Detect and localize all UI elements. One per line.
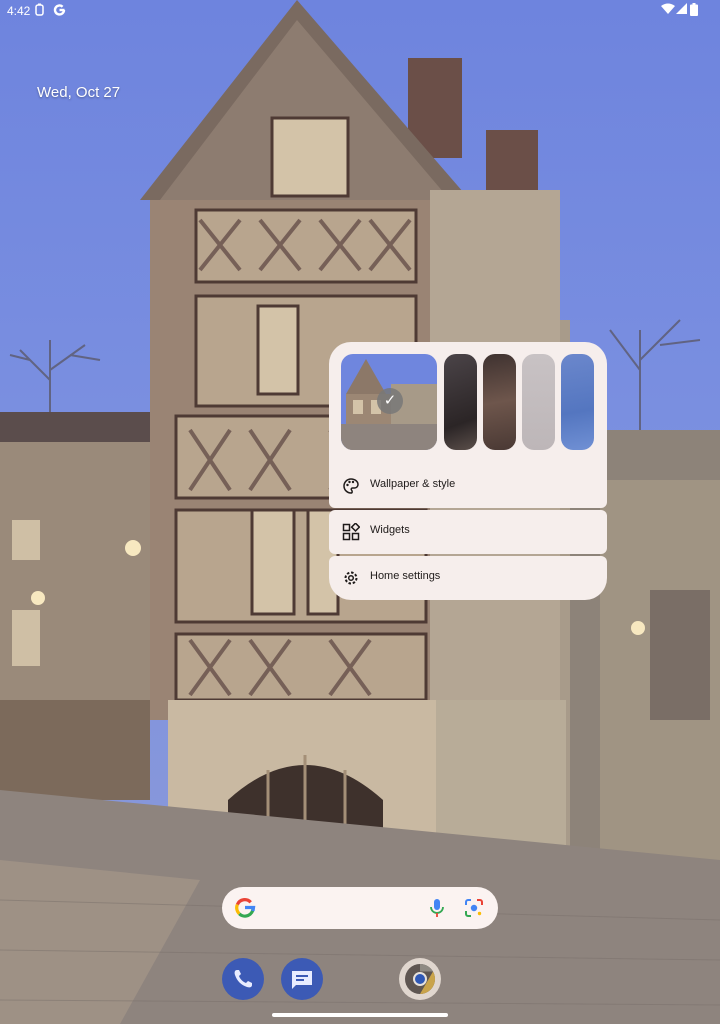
wallpaper-thumb-current[interactable]: ✓ — [341, 354, 437, 450]
google-icon — [53, 4, 66, 16]
wallpaper-thumb-blue[interactable] — [561, 354, 594, 450]
google-g-icon — [235, 898, 256, 918]
home-long-press-menu: ✓ Wallpaper & style Widgets Home setting… — [329, 342, 607, 600]
wallpaper-thumb-grey[interactable] — [522, 354, 555, 450]
palette-icon — [343, 478, 359, 494]
menu-item-wallpaper-style[interactable]: Wallpaper & style — [329, 464, 607, 508]
menu-item-label: Home settings — [370, 570, 441, 582]
dock-phone-app[interactable] — [222, 958, 264, 1000]
widgets-icon — [342, 523, 360, 541]
mic-icon[interactable] — [427, 897, 447, 919]
gear-icon — [344, 571, 358, 585]
dock-messages-app[interactable] — [281, 958, 323, 1000]
wallpaper-picker-panel: ✓ Wallpaper & style — [329, 342, 607, 508]
status-time: 4:42 — [7, 4, 31, 18]
google-search-bar[interactable] — [222, 887, 498, 929]
messages-icon — [292, 971, 312, 989]
wallpaper-thumb-brown[interactable] — [483, 354, 516, 450]
phone-icon — [234, 970, 252, 988]
menu-item-home-settings[interactable]: Home settings — [329, 556, 607, 600]
wifi-icon — [661, 3, 675, 14]
status-bar: 4:42 — [0, 0, 720, 22]
dock-chrome-app[interactable] — [399, 958, 441, 1000]
date-widget[interactable]: Wed, Oct 27 — [37, 84, 120, 101]
battery-icon — [690, 3, 698, 16]
gesture-navigation-bar[interactable] — [272, 1013, 448, 1017]
selected-check-icon: ✓ — [377, 388, 403, 414]
menu-item-label: Widgets — [370, 524, 410, 536]
chrome-icon — [405, 964, 436, 994]
menu-item-label: Wallpaper & style — [370, 478, 456, 490]
menu-item-widgets[interactable]: Widgets — [329, 510, 607, 554]
notification-icon — [35, 3, 44, 16]
wallpaper-thumb-dark[interactable] — [444, 354, 477, 450]
signal-icon — [676, 3, 687, 14]
lens-icon[interactable] — [464, 898, 484, 918]
